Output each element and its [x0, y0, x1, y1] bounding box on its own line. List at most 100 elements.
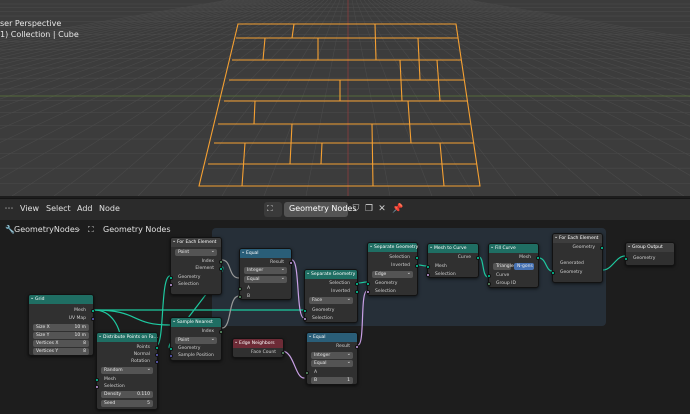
- field-size-x[interactable]: Size X 10 m: [33, 324, 89, 331]
- foreach-domain-dropdown[interactable]: Point: [175, 248, 217, 256]
- socket-geometry-in[interactable]: Geometry: [169, 274, 221, 281]
- node-header[interactable]: Fill Curve: [489, 243, 538, 253]
- node-for-each-element-output[interactable]: For Each Element Geometry Generated Geom…: [551, 233, 604, 283]
- node-distribute-points-on-faces[interactable]: Distribute Points on Fa… Points Normal R…: [95, 332, 159, 410]
- node-canvas[interactable]: 🔧 GeometryNodes › ⛶ Geometry Nodes Grid …: [0, 220, 690, 414]
- node-header[interactable]: For Each Element: [171, 237, 221, 247]
- socket-face-count-out[interactable]: Face Count: [233, 349, 285, 356]
- socket-result-out[interactable]: Result: [240, 259, 293, 266]
- node-header[interactable]: Equal: [307, 332, 357, 342]
- node-compare-equal-2[interactable]: Equal Result Integer Equal A B1: [305, 332, 359, 385]
- node-header[interactable]: For Each Element: [553, 233, 602, 243]
- node-compare-equal[interactable]: Equal Result Integer Equal A B: [238, 248, 293, 300]
- socket-curve-in[interactable]: Curve: [487, 272, 538, 279]
- socket-points-out[interactable]: Points: [97, 344, 159, 351]
- link: [602, 255, 626, 271]
- field-seed[interactable]: Seed 5: [101, 400, 153, 407]
- node-tree-icon: ⛶: [267, 204, 273, 213]
- node-edge-neighbors[interactable]: Edge Neighbors Face Count: [232, 338, 285, 358]
- link: [221, 259, 240, 279]
- node-header[interactable]: Grid: [29, 294, 93, 304]
- link: [538, 257, 553, 272]
- node-header[interactable]: Equal: [240, 248, 291, 258]
- socket-selection-out[interactable]: Selection: [305, 280, 359, 287]
- node-header[interactable]: Mesh to Curve: [428, 243, 478, 253]
- socket-sample-position-in[interactable]: Sample Position: [169, 352, 221, 359]
- socket-selection-in[interactable]: Selection: [426, 271, 478, 278]
- node-tree-name-field[interactable]: Geometry Nodes: [284, 202, 356, 217]
- node-header[interactable]: Separate Geometry: [368, 242, 418, 252]
- node-tree-browse-button[interactable]: ⛶: [264, 202, 282, 217]
- 3d-viewport[interactable]: ser Perspective 1) Collection | Cube: [0, 0, 690, 196]
- socket-selection-out[interactable]: Selection: [368, 254, 419, 261]
- node-header[interactable]: Separate Geometry: [305, 269, 357, 279]
- field-vertices-y[interactable]: Vertices Y8: [33, 348, 89, 355]
- generated-panel-label[interactable]: Generated: [553, 260, 602, 267]
- socket-rotation-out[interactable]: Rotation: [97, 358, 159, 365]
- sample-domain-dropdown[interactable]: Point: [175, 336, 217, 344]
- menu-add[interactable]: Add: [77, 204, 93, 213]
- socket-inverted-out[interactable]: Inverted: [368, 262, 419, 269]
- socket-index-out[interactable]: Index: [171, 258, 223, 265]
- fake-user-shield-icon[interactable]: ⛉: [350, 203, 362, 215]
- field-vertices-x[interactable]: Vertices X8: [33, 340, 89, 347]
- editor-type-icon[interactable]: ⋯: [3, 203, 15, 215]
- socket-group-id-in[interactable]: Group ID: [487, 280, 538, 287]
- node-header[interactable]: Edge Neighbors: [233, 338, 283, 348]
- socket-curve-out[interactable]: Curve: [428, 254, 480, 261]
- distribute-mode-dropdown[interactable]: Random: [101, 366, 153, 374]
- socket-mesh-in[interactable]: Mesh: [426, 263, 478, 270]
- socket-index-out[interactable]: Index: [171, 328, 223, 335]
- pin-icon[interactable]: 📌: [392, 203, 404, 215]
- socket-a-in[interactable]: A: [305, 369, 357, 376]
- node-separate-geometry-edge[interactable]: Separate Geometry Selection Inverted Edg…: [366, 242, 419, 296]
- socket-normal-out[interactable]: Normal: [97, 351, 159, 358]
- node-header[interactable]: Sample Nearest: [171, 317, 221, 327]
- socket-geometry-in[interactable]: Geometry: [169, 345, 221, 352]
- compare-operation-dropdown[interactable]: Equal: [244, 275, 287, 283]
- node-group-output[interactable]: Group Output Geometry: [624, 242, 675, 266]
- link: [281, 350, 305, 379]
- socket-mesh-out[interactable]: Mesh: [489, 254, 540, 261]
- menu-view[interactable]: View: [20, 204, 39, 213]
- compare-type-dropdown[interactable]: Integer: [311, 351, 353, 359]
- unlink-close-icon[interactable]: ✕: [376, 203, 388, 215]
- fill-mode-ngons[interactable]: N-gons: [514, 263, 534, 270]
- socket-inverted-out[interactable]: Inverted: [305, 288, 359, 295]
- node-grid[interactable]: Grid Mesh UV Map Size X10 m Size Y10 m V…: [28, 294, 95, 356]
- field-density[interactable]: Density 0.110: [101, 391, 153, 398]
- socket-mesh-in[interactable]: Mesh: [95, 376, 157, 383]
- socket-geometry-in[interactable]: Geometry: [551, 269, 602, 276]
- socket-selection-in[interactable]: Selection: [303, 315, 357, 322]
- field-b[interactable]: B1: [311, 377, 353, 384]
- socket-selection-in[interactable]: Selection: [95, 383, 157, 390]
- node-for-each-element-input[interactable]: For Each Element Point Index Element Geo…: [169, 237, 223, 295]
- duplicate-icon[interactable]: ❐: [363, 203, 375, 215]
- socket-geometry-in[interactable]: Geometry: [624, 255, 674, 262]
- compare-type-dropdown[interactable]: Integer: [244, 266, 287, 274]
- socket-uv-out[interactable]: UV Map: [29, 315, 95, 322]
- separate-domain-dropdown[interactable]: Edge: [372, 270, 413, 278]
- node-header[interactable]: Group Output: [626, 242, 674, 252]
- fill-mode-triangles[interactable]: Triangles: [493, 263, 516, 270]
- socket-geometry-out[interactable]: Geometry: [553, 244, 604, 251]
- node-separate-geometry-face[interactable]: Separate Geometry Selection Inverted Fac…: [303, 269, 359, 323]
- separate-domain-dropdown[interactable]: Face: [309, 296, 353, 304]
- socket-mesh-out[interactable]: Mesh: [29, 307, 95, 314]
- socket-a-in[interactable]: A: [238, 285, 291, 292]
- socket-element-out[interactable]: Element: [171, 265, 223, 272]
- menu-select[interactable]: Select: [46, 204, 71, 213]
- node-sample-nearest[interactable]: Sample Nearest Index Point Geometry Samp…: [169, 317, 223, 361]
- node-fill-curve[interactable]: Fill Curve Mesh Triangles N-gons Curve G…: [487, 243, 540, 288]
- socket-selection-in[interactable]: Selection: [366, 288, 417, 295]
- socket-selection-in[interactable]: Selection: [169, 281, 221, 288]
- field-size-y[interactable]: Size Y 10 m: [33, 332, 89, 339]
- socket-geometry-in[interactable]: Geometry: [366, 280, 417, 287]
- compare-operation-dropdown[interactable]: Equal: [311, 359, 353, 367]
- menu-node[interactable]: Node: [99, 204, 120, 213]
- node-header[interactable]: Distribute Points on Fa…: [97, 332, 158, 342]
- socket-geometry-in[interactable]: Geometry: [303, 307, 357, 314]
- node-mesh-to-curve[interactable]: Mesh to Curve Curve Mesh Selection: [426, 243, 480, 278]
- socket-b-in[interactable]: B: [238, 293, 291, 300]
- socket-result-out[interactable]: Result: [307, 343, 359, 350]
